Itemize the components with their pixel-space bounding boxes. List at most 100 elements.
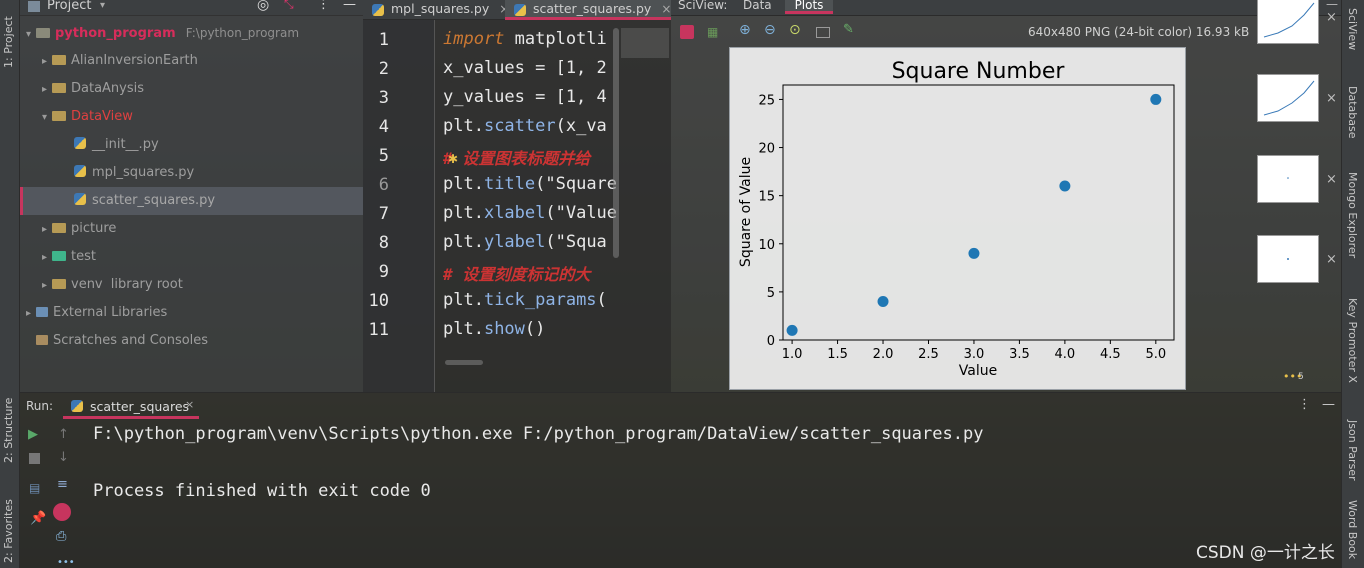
arrow-down-icon[interactable]: ↓: [58, 450, 69, 465]
code-editor: mpl_squares.py × scatter_squares.py × 1 …: [363, 0, 671, 392]
chevron-right-icon[interactable]: ▸: [42, 272, 52, 300]
code-text: (x_va: [555, 116, 607, 136]
chevron-right-icon[interactable]: ▸: [42, 244, 52, 272]
close-icon[interactable]: ×: [1326, 252, 1337, 267]
run-icon[interactable]: ▶: [28, 427, 38, 442]
code-line[interactable]: # 设置图表标题并给: [443, 145, 621, 169]
hide-panel-icon[interactable]: —: [343, 0, 356, 12]
locate-icon[interactable]: ◎: [257, 0, 269, 13]
tree-item-venv[interactable]: ▸ venv library root: [42, 271, 183, 299]
actual-size-icon[interactable]: ⊙: [789, 22, 803, 38]
close-icon[interactable]: ×: [1326, 10, 1337, 25]
x-tick-label: 3.5: [1009, 347, 1030, 362]
tool-tab-key-promoter[interactable]: Key Promoter X: [1346, 298, 1359, 383]
project-header-label[interactable]: Project: [47, 0, 91, 13]
watermark: CSDN @一计之长: [1196, 543, 1335, 563]
soft-wrap-icon[interactable]: ≡: [57, 477, 68, 492]
console-exit-line: Process finished with exit code 0: [93, 481, 431, 501]
layout-icon[interactable]: ▤: [29, 481, 40, 495]
plot-thumbnail[interactable]: [1257, 74, 1319, 122]
code-line[interactable]: plt.scatter(x_va: [443, 116, 621, 136]
tab-scatter-squares[interactable]: scatter_squares.py ×: [505, 0, 671, 20]
tree-item-test[interactable]: ▸ test: [42, 243, 96, 271]
tree-item-picture[interactable]: ▸ picture: [42, 215, 116, 243]
x-tick-label: 2.0: [873, 347, 894, 362]
code-line[interactable]: import matplotli: [443, 29, 621, 49]
pen-icon[interactable]: ✎: [843, 22, 857, 37]
more-dots-icon[interactable]: •••: [57, 557, 75, 568]
close-icon[interactable]: ×: [1326, 91, 1337, 106]
favorites-tool-tab[interactable]: 2: Favorites: [2, 487, 15, 563]
stop-icon[interactable]: [29, 453, 40, 464]
chevron-down-icon[interactable]: ▾: [26, 21, 36, 49]
minimize-icon[interactable]: —: [1322, 397, 1335, 412]
tree-item-alianinversionearth[interactable]: ▸ AlianInversionEarth: [42, 47, 198, 75]
tool-tab-sciview[interactable]: SciView: [1346, 8, 1359, 50]
chevron-right-icon[interactable]: ▸: [42, 216, 52, 244]
close-icon[interactable]: ×: [1326, 172, 1337, 187]
code-line[interactable]: x_values = [1, 2: [443, 58, 621, 78]
x-tick-label: 5.0: [1145, 347, 1166, 362]
code-line[interactable]: plt.xlabel("Value: [443, 203, 621, 223]
plot-thumbnail[interactable]: [1257, 155, 1319, 203]
code-line[interactable]: plt.tick_params(: [443, 290, 621, 310]
more-options-icon[interactable]: ⋮: [1298, 397, 1311, 412]
arrow-up-icon[interactable]: ↑: [58, 427, 69, 442]
chevron-right-icon[interactable]: ▸: [42, 48, 52, 76]
close-icon[interactable]: ×: [661, 2, 671, 16]
tab-mpl-squares[interactable]: mpl_squares.py ×: [363, 0, 509, 20]
more-count: 5: [1298, 372, 1304, 382]
tree-item-init-py[interactable]: __init__.py: [74, 131, 159, 159]
code-text: plt.: [443, 116, 484, 136]
minimap[interactable]: [621, 28, 669, 58]
close-icon[interactable]: ×: [185, 398, 194, 411]
vertical-scrollbar[interactable]: [613, 28, 619, 258]
plot-thumbnail[interactable]: [1257, 235, 1319, 283]
chevron-right-icon[interactable]: ▸: [26, 300, 36, 328]
grid-icon[interactable]: ▦: [707, 25, 721, 39]
chevron-down-icon[interactable]: ▾: [100, 0, 105, 11]
editor-tabs: mpl_squares.py × scatter_squares.py ×: [363, 0, 671, 20]
zoom-out-icon[interactable]: ⊖: [764, 22, 778, 38]
fit-window-icon[interactable]: [816, 27, 830, 38]
code-line[interactable]: plt.title("Square: [443, 174, 621, 194]
tool-tab-json-parser[interactable]: Json Parser: [1346, 420, 1359, 481]
tree-item-dataanysis[interactable]: ▸ DataAnysis: [42, 75, 144, 103]
tree-item-dataview[interactable]: ▾ DataView: [42, 103, 133, 131]
tab-data[interactable]: Data: [743, 0, 772, 12]
structure-tool-tab[interactable]: 2: Structure: [2, 388, 15, 463]
line-number: 8: [378, 233, 389, 253]
code-line[interactable]: y_values = [1, 4: [443, 87, 621, 107]
scatter-point: [786, 324, 798, 336]
color-picker-icon[interactable]: [680, 25, 694, 39]
project-tool-tab[interactable]: 1: Project: [2, 0, 15, 68]
chevron-right-icon[interactable]: ▸: [42, 76, 52, 104]
tree-item-mpl-squares[interactable]: mpl_squares.py: [74, 159, 194, 187]
scroll-to-end-icon[interactable]: [53, 503, 71, 521]
project-view-icon[interactable]: [28, 1, 40, 12]
zoom-in-icon[interactable]: ⊕: [739, 22, 753, 38]
tool-tab-database[interactable]: Database: [1346, 86, 1359, 139]
python-file-icon: [74, 165, 86, 177]
tree-item-scratches[interactable]: Scratches and Consoles: [36, 327, 208, 355]
tree-item-python-program[interactable]: ▾ python_program F:\python_program: [26, 19, 299, 47]
scatter-chart: Square Number Value Square of Value 1.0 1…: [738, 59, 1175, 379]
pin-icon[interactable]: 📌: [30, 511, 46, 526]
code-line[interactable]: # 设置刻度标记的大: [443, 261, 621, 285]
code-line[interactable]: plt.show(): [443, 319, 621, 339]
horizontal-scrollbar[interactable]: [445, 360, 483, 365]
tool-tab-mongo-explorer[interactable]: Mongo Explorer: [1346, 172, 1359, 258]
lightbulb-icon[interactable]: ✱: [448, 152, 458, 166]
print-icon[interactable]: ⎙: [56, 529, 66, 544]
collapse-icon[interactable]: ⤡: [284, 0, 294, 12]
tab-plots[interactable]: Plots: [785, 0, 833, 14]
code-function: scatter: [483, 116, 556, 136]
chevron-down-icon[interactable]: ▾: [42, 104, 52, 132]
tree-item-scatter-squares[interactable]: scatter_squares.py: [20, 187, 363, 215]
tool-tab-word-book[interactable]: Word Book: [1346, 500, 1359, 559]
plot-thumbnail[interactable]: [1257, 0, 1319, 44]
run-tab[interactable]: scatter_squares ×: [63, 393, 199, 419]
code-line[interactable]: plt.ylabel("Squa: [443, 232, 621, 252]
tree-item-external-libraries[interactable]: ▸ External Libraries: [26, 299, 167, 327]
more-options-icon[interactable]: ⋮: [317, 0, 330, 12]
